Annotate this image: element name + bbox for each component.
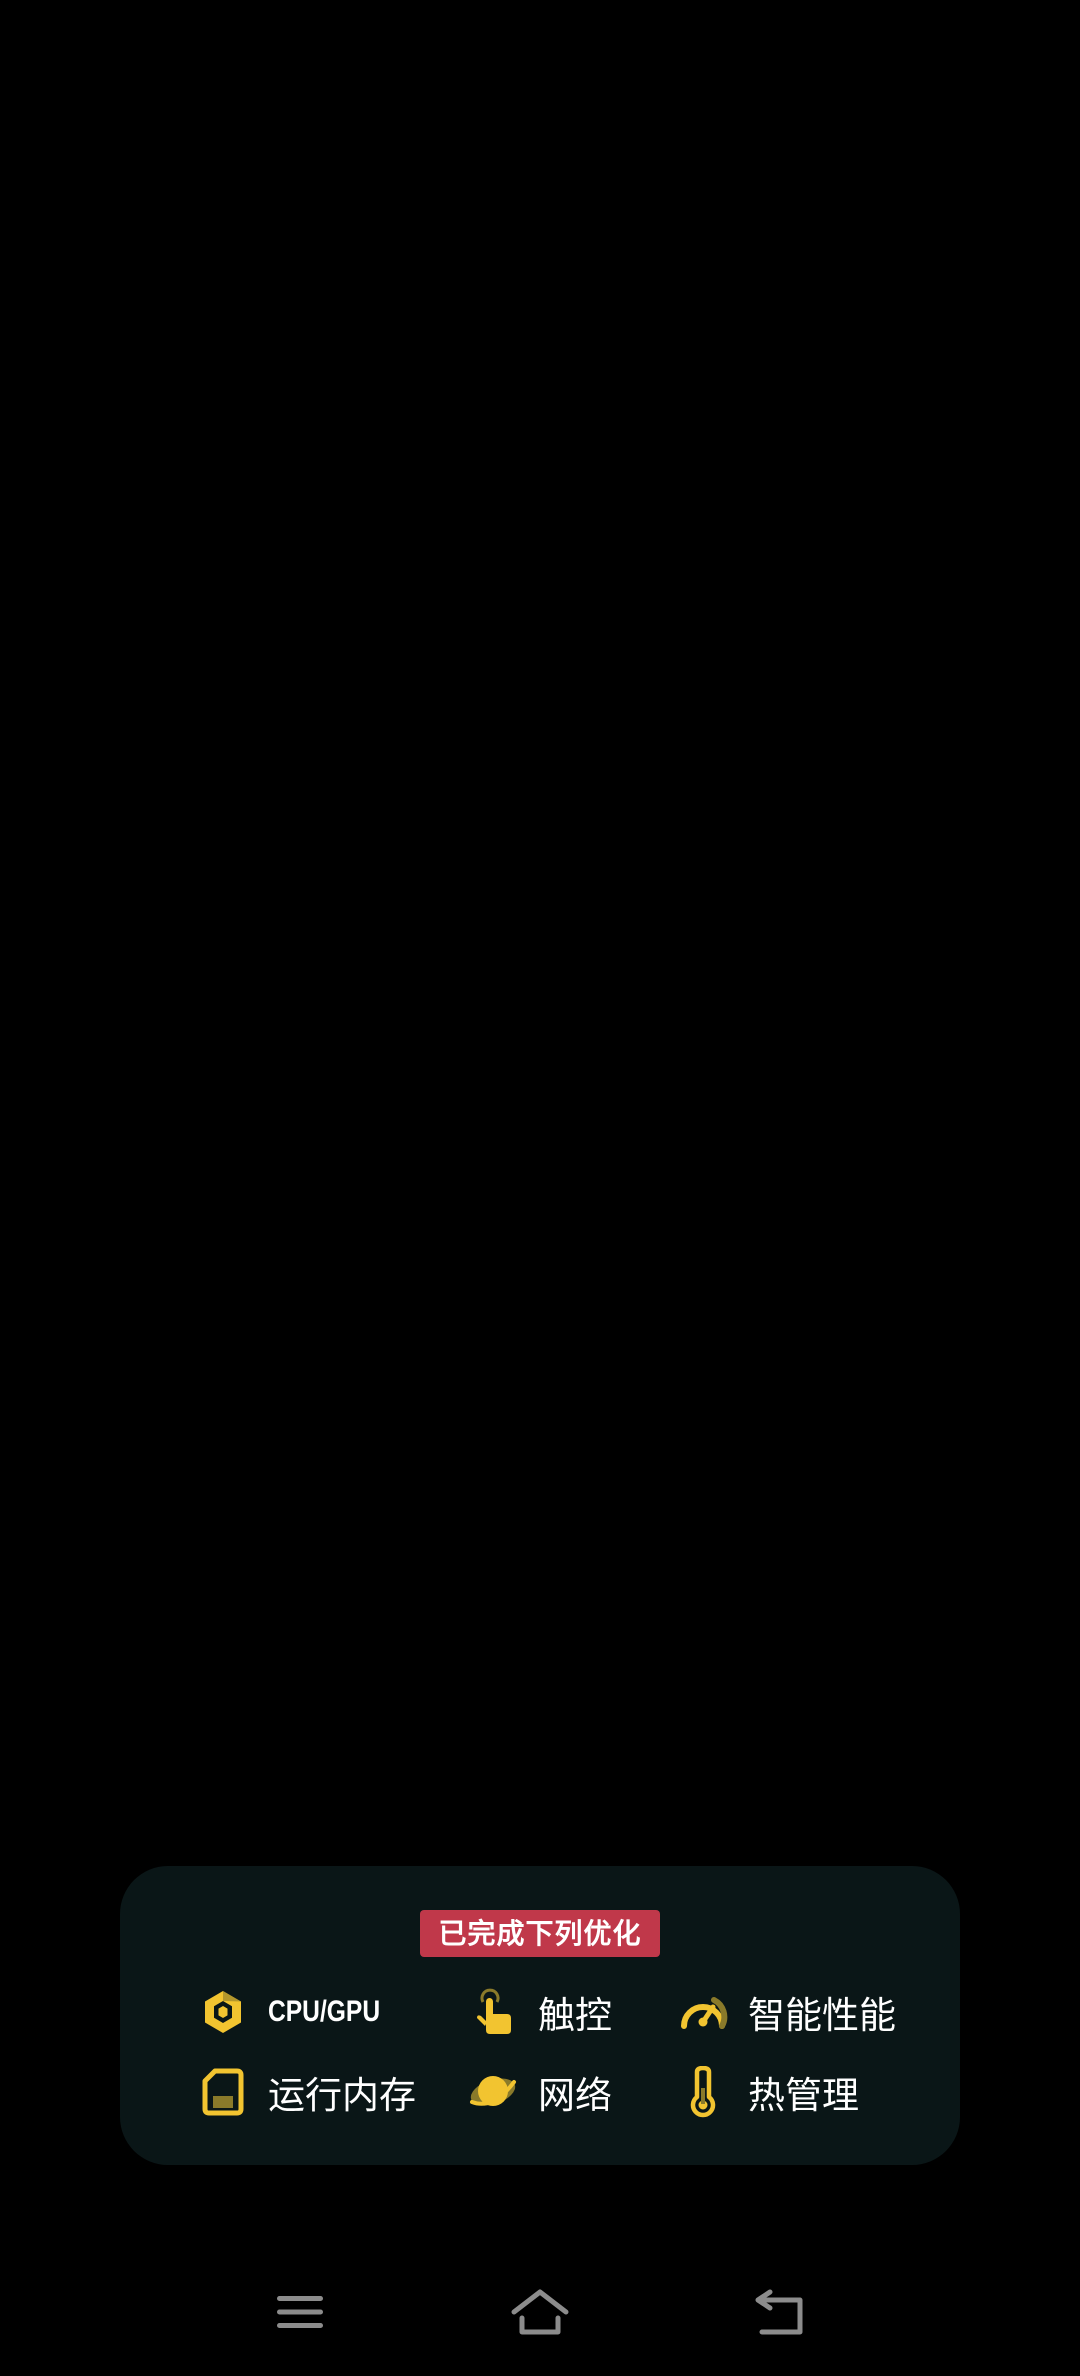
item-memory: 运行内存: [198, 2062, 416, 2122]
nav-home-button[interactable]: [500, 2280, 580, 2344]
item-thermal: 热管理: [678, 2062, 859, 2122]
item-cpu-gpu: CPU/GPU: [198, 1982, 405, 2042]
optimization-toast: 已完成下列优化 CPU/GPU 触控 智能性能 运行内存 网络 热管理: [120, 1866, 960, 2165]
toast-title-badge: 已完成下列优化: [420, 1910, 660, 1957]
item-label: 网络: [538, 2074, 612, 2117]
item-network: 网络: [468, 2062, 612, 2122]
item-smart-performance: 智能性能: [678, 1982, 896, 2042]
item-label: 智能性能: [748, 1994, 896, 2037]
thermometer-icon: [678, 2066, 728, 2118]
speedometer-icon: [678, 1987, 728, 2037]
nav-back-button[interactable]: [740, 2280, 820, 2344]
cpu-hexagon-icon: [198, 1987, 248, 2037]
item-touch: 触控: [468, 1982, 612, 2042]
nav-menu-button[interactable]: [260, 2280, 340, 2344]
menu-icon: [277, 2296, 323, 2328]
touch-hand-icon: [468, 1987, 518, 2037]
home-icon: [511, 2289, 569, 2335]
item-label: 热管理: [748, 2074, 859, 2117]
screen: 已完成下列优化 CPU/GPU 触控 智能性能 运行内存 网络 热管理: [0, 0, 1080, 2376]
planet-icon: [468, 2067, 518, 2117]
item-label: 运行内存: [268, 2074, 416, 2117]
back-icon: [755, 2289, 803, 2335]
item-label: 触控: [538, 1994, 612, 2037]
item-label: CPU/GPU: [268, 1995, 381, 2028]
memory-card-icon: [198, 2067, 248, 2117]
